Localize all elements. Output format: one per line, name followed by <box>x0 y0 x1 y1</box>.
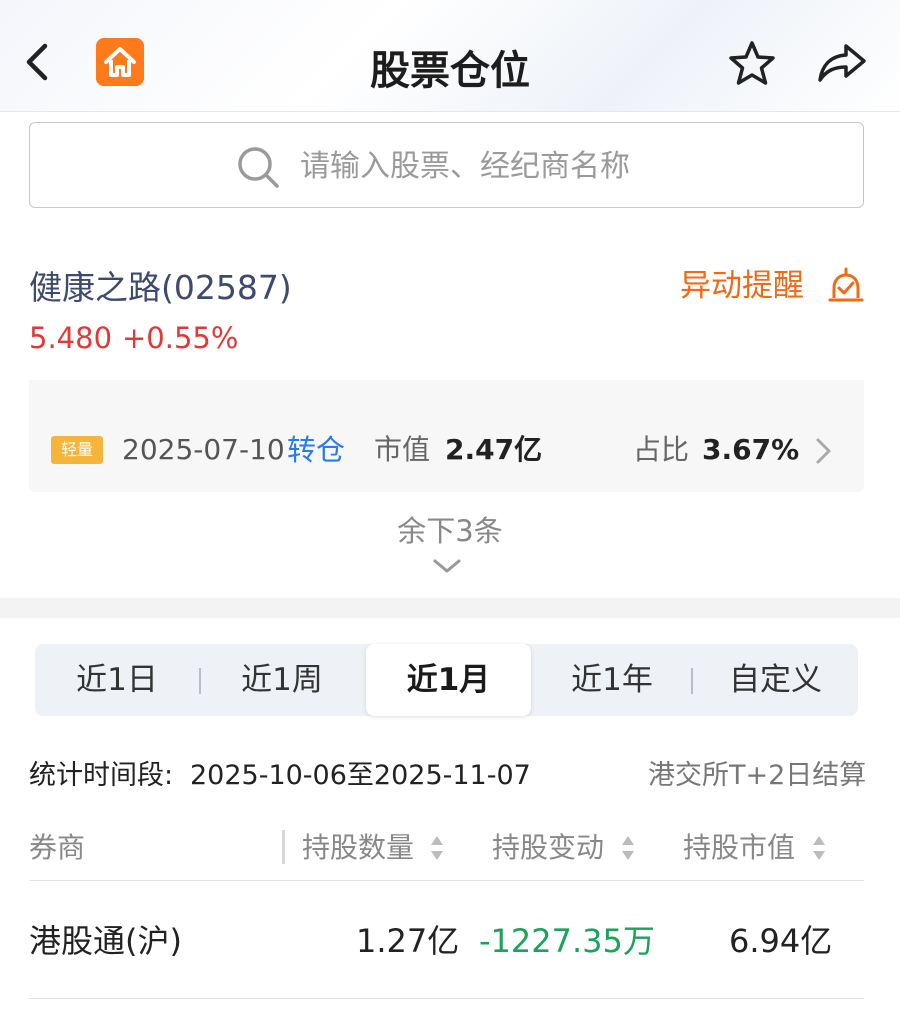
alert-date: 2025-07-10 <box>122 433 285 466</box>
tab-1w[interactable]: 近1周 <box>199 644 365 716</box>
show-more-button[interactable]: 余下3条 <box>0 512 900 550</box>
tab-1m[interactable]: 近1月 <box>366 644 531 716</box>
stock-price: 5.480 <box>29 321 113 355</box>
col-header-change[interactable]: 持股变动 <box>492 828 604 868</box>
stock-name: 健康之路(02587) <box>29 268 292 307</box>
table-header-divider <box>29 880 864 881</box>
tab-1d[interactable]: 近1日 <box>35 644 199 716</box>
search-icon <box>238 147 279 188</box>
alert-ratio: 3.67% <box>702 433 800 466</box>
alert-market-value: 2.47亿 <box>445 433 543 466</box>
star-icon[interactable] <box>728 40 776 86</box>
row-change: -1227.35万 <box>479 922 655 960</box>
chevron-right-icon <box>816 438 831 464</box>
col-header-shares[interactable]: 持股数量 <box>302 828 414 868</box>
table-row-divider <box>29 998 864 999</box>
col-header-value[interactable]: 持股市值 <box>683 828 795 868</box>
tab-1y[interactable]: 近1年 <box>531 644 693 716</box>
row-shares: 1.27亿 <box>356 922 460 960</box>
period-label: 统计时间段: <box>29 760 174 791</box>
share-icon[interactable] <box>816 42 868 84</box>
stock-change-pct: +0.55% <box>122 321 239 355</box>
search-placeholder: 请输入股票、经纪商名称 <box>300 149 630 184</box>
alert-reminder-button[interactable]: 异动提醒 <box>680 264 804 308</box>
search-input[interactable]: 请输入股票、经纪商名称 <box>29 122 864 208</box>
nav-bar: 股票仓位 <box>0 0 900 112</box>
chevron-down-icon[interactable] <box>432 556 462 576</box>
row-value: 6.94亿 <box>729 922 833 960</box>
tab-custom[interactable]: 自定义 <box>693 644 858 716</box>
row-broker[interactable]: 港股通(沪) <box>29 918 182 964</box>
sort-icon[interactable] <box>621 834 635 862</box>
alarm-bell-icon[interactable] <box>826 266 866 306</box>
column-divider <box>282 830 285 864</box>
alerts-list[interactable]: 轻量 2025-07-10 转仓 市值 2.47亿 占比 3.67% <box>29 380 864 492</box>
sort-icon[interactable] <box>812 834 826 862</box>
period-value: 2025-10-06至2025-11-07 <box>190 760 531 791</box>
col-header-broker: 券商 <box>29 831 86 864</box>
sort-icon[interactable] <box>430 834 444 862</box>
settlement-note: 港交所T+2日结算 <box>648 760 867 791</box>
section-divider <box>0 598 900 618</box>
alert-ratio-label: 占比 <box>633 433 690 466</box>
alert-type: 转仓 <box>287 433 346 467</box>
alert-market-value-label: 市值 <box>374 433 431 466</box>
alert-row[interactable]: 轻量 2025-07-10 转仓 市值 2.47亿 占比 3.67% <box>29 416 864 482</box>
period-tabs: 近1日 近1周 近1月 近1年 自定义 <box>35 644 858 716</box>
alert-badge: 轻量 <box>51 436 103 464</box>
